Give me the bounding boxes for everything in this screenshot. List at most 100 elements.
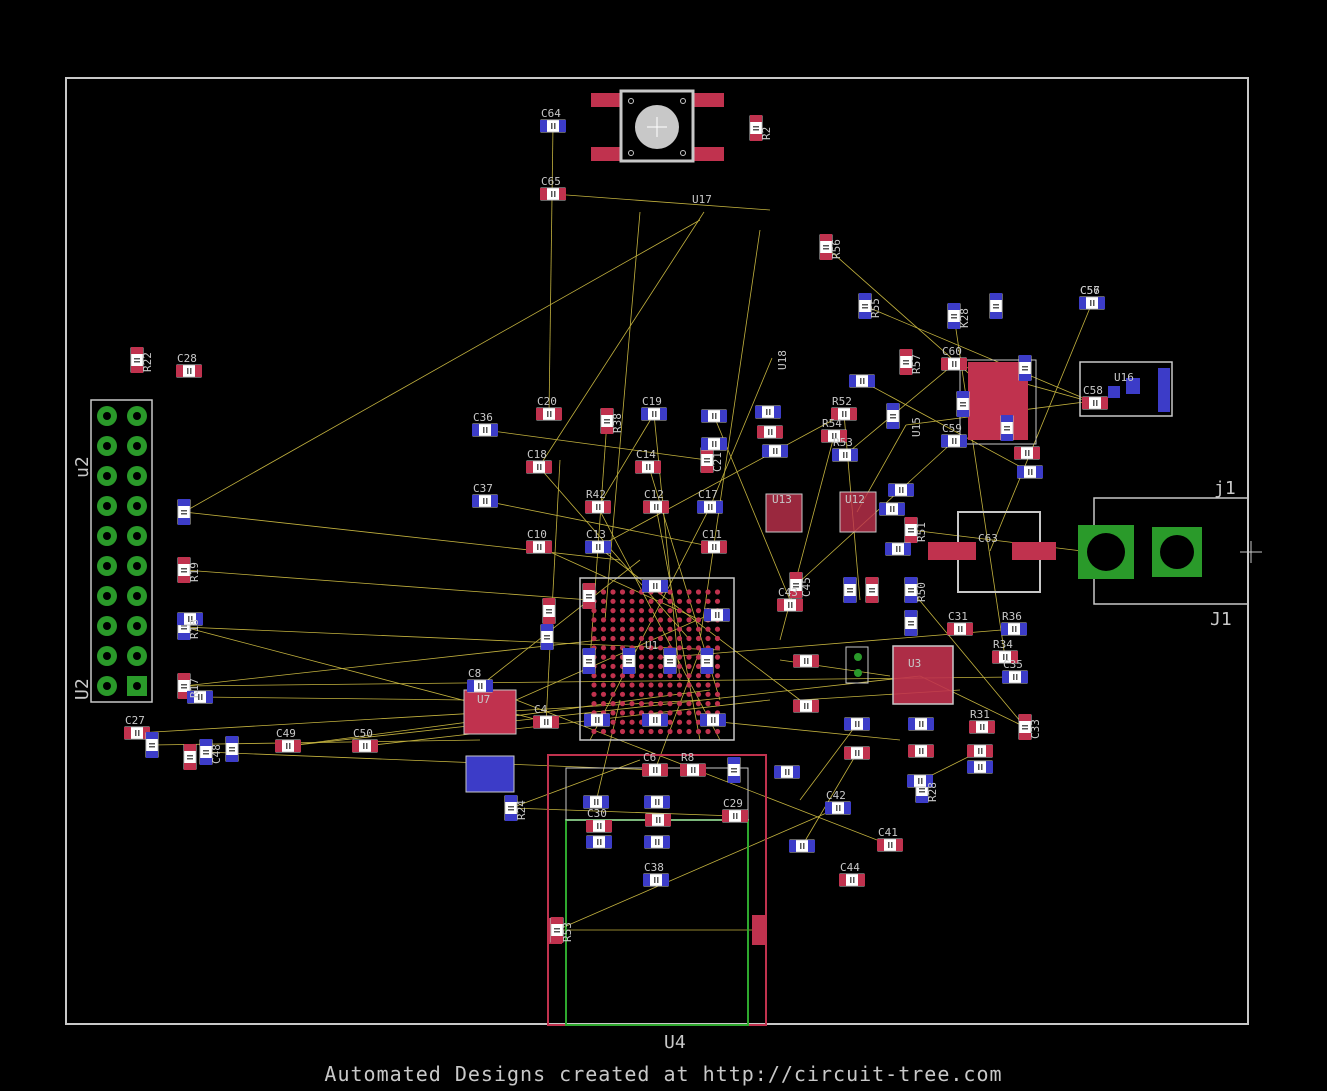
smd-part[interactable] [844,746,870,760]
smd-part[interactable] [722,809,748,823]
smd-part[interactable] [644,795,670,809]
smd-part[interactable] [989,293,1003,319]
smd-part[interactable] [704,608,730,622]
smd-part[interactable] [832,448,858,462]
smd-part[interactable] [584,713,610,727]
smd-part[interactable] [472,423,498,437]
smd-part[interactable] [472,494,498,508]
smd-part[interactable] [947,622,973,636]
smd-part[interactable] [793,699,819,713]
smd-part[interactable] [622,648,636,674]
smd-part[interactable] [467,679,493,693]
smd-part[interactable] [642,763,668,777]
smd-part[interactable] [586,819,612,833]
smd-part[interactable] [540,187,566,201]
header-label-u2: u2 [72,456,93,478]
smd-part[interactable] [849,374,875,388]
smd-part[interactable] [533,715,559,729]
smd-part[interactable] [1082,396,1108,410]
smd-part[interactable] [1017,465,1043,479]
pcb-layout-view[interactable]: C64 C65 R2 U17 R22 C28 C36 C20 R38 C19 C18 C14 C37 C2… [0,0,1327,1091]
smd-part[interactable] [825,801,851,815]
bga-ball [686,701,692,707]
bga-ball [667,589,673,595]
ic-u8[interactable] [465,755,515,793]
smd-part[interactable] [643,500,669,514]
smd-part[interactable] [967,760,993,774]
smd-part[interactable] [352,739,378,753]
smd-part[interactable] [642,579,668,593]
smd-part[interactable] [542,598,556,624]
smd-part[interactable] [526,460,552,474]
smd-part[interactable] [177,499,191,525]
component-ref-c35: C35 [1003,658,1023,671]
bga-ball [686,710,692,716]
bga-ball [676,598,683,604]
smd-part[interactable] [585,500,611,514]
bga-ball [629,635,635,642]
smd-part[interactable] [757,425,783,439]
smd-part[interactable] [774,765,800,779]
smd-part[interactable] [885,542,911,556]
smd-part[interactable] [908,744,934,758]
smd-part[interactable] [844,717,870,731]
smd-part[interactable] [540,119,566,133]
smd-part[interactable] [641,407,667,421]
smd-part[interactable] [582,648,596,674]
smd-part[interactable] [1000,415,1014,441]
smd-part[interactable] [701,540,727,554]
smd-part[interactable] [540,624,554,650]
smd-part[interactable] [1001,622,1027,636]
smd-part[interactable] [956,391,970,417]
smd-part[interactable] [888,483,914,497]
smd-part[interactable] [755,405,781,419]
bga-ball [667,608,673,614]
smd-part[interactable] [865,577,879,603]
smd-part[interactable] [176,364,202,378]
smd-part[interactable] [145,732,159,758]
smd-part[interactable] [700,713,726,727]
smd-part[interactable] [879,502,905,516]
smd-part[interactable] [701,409,727,423]
smd-part[interactable] [904,610,918,636]
smd-part[interactable] [762,444,788,458]
smd-part[interactable] [586,835,612,849]
smd-part[interactable] [225,736,239,762]
smd-part[interactable] [839,873,865,887]
smd-part[interactable] [526,540,552,554]
smd-part[interactable] [663,648,677,674]
smd-part[interactable] [941,357,967,371]
bga-ball [610,598,616,604]
smd-part[interactable] [697,500,723,514]
smd-part[interactable] [642,713,668,727]
smd-part[interactable] [1079,296,1105,310]
smd-part[interactable] [969,720,995,734]
smd-part[interactable] [1002,670,1028,684]
smd-part[interactable] [183,744,197,770]
smd-part[interactable] [793,654,819,668]
component-ref-r56: R56 [830,239,843,259]
smd-part[interactable] [777,598,803,612]
smd-part[interactable] [843,577,857,603]
smd-part[interactable] [877,838,903,852]
smd-part[interactable] [1014,446,1040,460]
smd-part[interactable] [275,739,301,753]
smd-part[interactable] [789,839,815,853]
smd-part[interactable] [644,835,670,849]
smd-part[interactable] [1018,355,1032,381]
smd-part[interactable] [941,434,967,448]
bga-ball [619,719,626,725]
smd-part[interactable] [886,403,900,429]
smd-part[interactable] [967,744,993,758]
smd-part[interactable] [585,540,611,554]
smd-part[interactable] [680,763,706,777]
smd-part[interactable] [643,873,669,887]
smd-part[interactable] [635,460,661,474]
smd-part[interactable] [536,407,562,421]
smd-part[interactable] [727,757,741,783]
smd-part[interactable] [701,437,727,451]
smd-part[interactable] [908,717,934,731]
smd-part[interactable] [582,583,596,609]
smd-part[interactable] [700,648,714,674]
smd-part[interactable] [645,813,671,827]
